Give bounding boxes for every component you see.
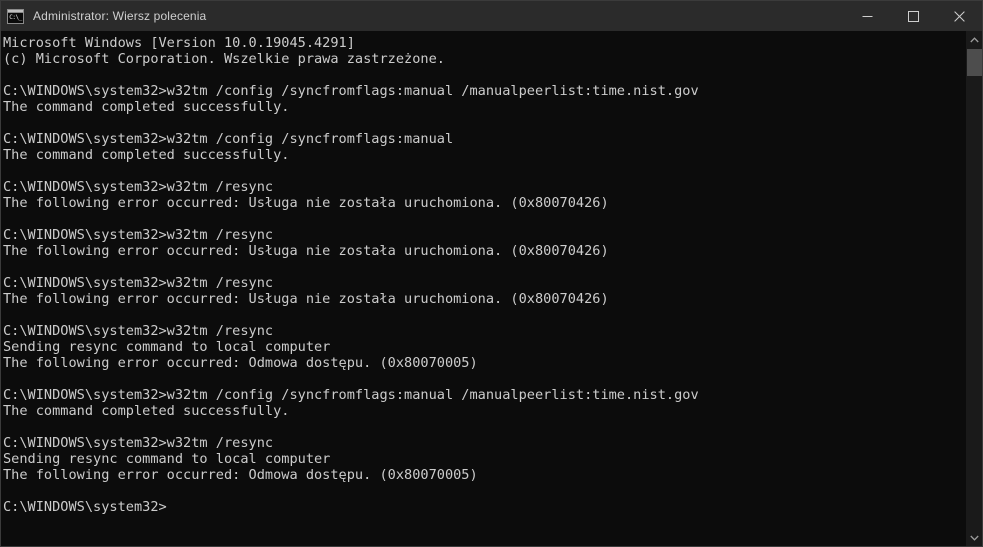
close-button[interactable] <box>936 1 982 31</box>
console-output[interactable]: Microsoft Windows [Version 10.0.19045.42… <box>1 31 965 546</box>
maximize-button[interactable] <box>890 1 936 31</box>
maximize-icon <box>907 10 919 22</box>
chevron-down-icon <box>969 535 979 541</box>
console-line: The following error occurred: Usługa nie… <box>3 291 609 307</box>
console-line: C:\WINDOWS\system32>w32tm /resync <box>3 275 274 291</box>
close-icon <box>953 10 965 22</box>
console-line: The following error occurred: Odmowa dos… <box>3 355 478 371</box>
minimize-button[interactable] <box>844 1 890 31</box>
console-line: C:\WINDOWS\system32>w32tm /resync <box>3 323 274 339</box>
console-line: The following error occurred: Usługa nie… <box>3 243 609 259</box>
console-line: C:\WINDOWS\system32>w32tm /resync <box>3 227 274 243</box>
console-line: C:\WINDOWS\system32> <box>3 499 167 515</box>
window-title: Administrator: Wiersz polecenia <box>33 9 207 23</box>
console-line: Microsoft Windows [Version 10.0.19045.42… <box>3 35 355 51</box>
chevron-up-icon <box>969 36 979 42</box>
console-line: Sending resync command to local computer <box>3 339 331 355</box>
console-scrollbar[interactable] <box>965 31 982 546</box>
console-line: C:\WINDOWS\system32>w32tm /config /syncf… <box>3 131 454 147</box>
scrollbar-up-arrow[interactable] <box>966 31 982 48</box>
command-prompt-window: C:\_ Administrator: Wiersz polecenia Mic… <box>0 0 983 547</box>
console-line: C:\WINDOWS\system32>w32tm /config /syncf… <box>3 83 699 99</box>
console-line: The following error occurred: Odmowa dos… <box>3 467 478 483</box>
console-line: C:\WINDOWS\system32>w32tm /resync <box>3 435 274 451</box>
scrollbar-thumb[interactable] <box>967 49 982 76</box>
console-line: The command completed successfully. <box>3 403 290 419</box>
cmd-icon[interactable]: C:\_ <box>7 8 24 24</box>
console-line: Sending resync command to local computer <box>3 451 331 467</box>
title-bar[interactable]: C:\_ Administrator: Wiersz polecenia <box>1 1 982 31</box>
console-line: (c) Microsoft Corporation. Wszelkie praw… <box>3 51 445 67</box>
cmd-icon-prompt-glyph: C:\_ <box>8 12 23 23</box>
scrollbar-down-arrow[interactable] <box>966 529 982 546</box>
console-line: The command completed successfully. <box>3 99 290 115</box>
console-line: C:\WINDOWS\system32>w32tm /resync <box>3 179 274 195</box>
console-line: C:\WINDOWS\system32>w32tm /config /syncf… <box>3 387 699 403</box>
console-line: The following error occurred: Usługa nie… <box>3 195 609 211</box>
console-line: The command completed successfully. <box>3 147 290 163</box>
window-controls <box>844 1 982 31</box>
minimize-icon <box>862 15 872 17</box>
